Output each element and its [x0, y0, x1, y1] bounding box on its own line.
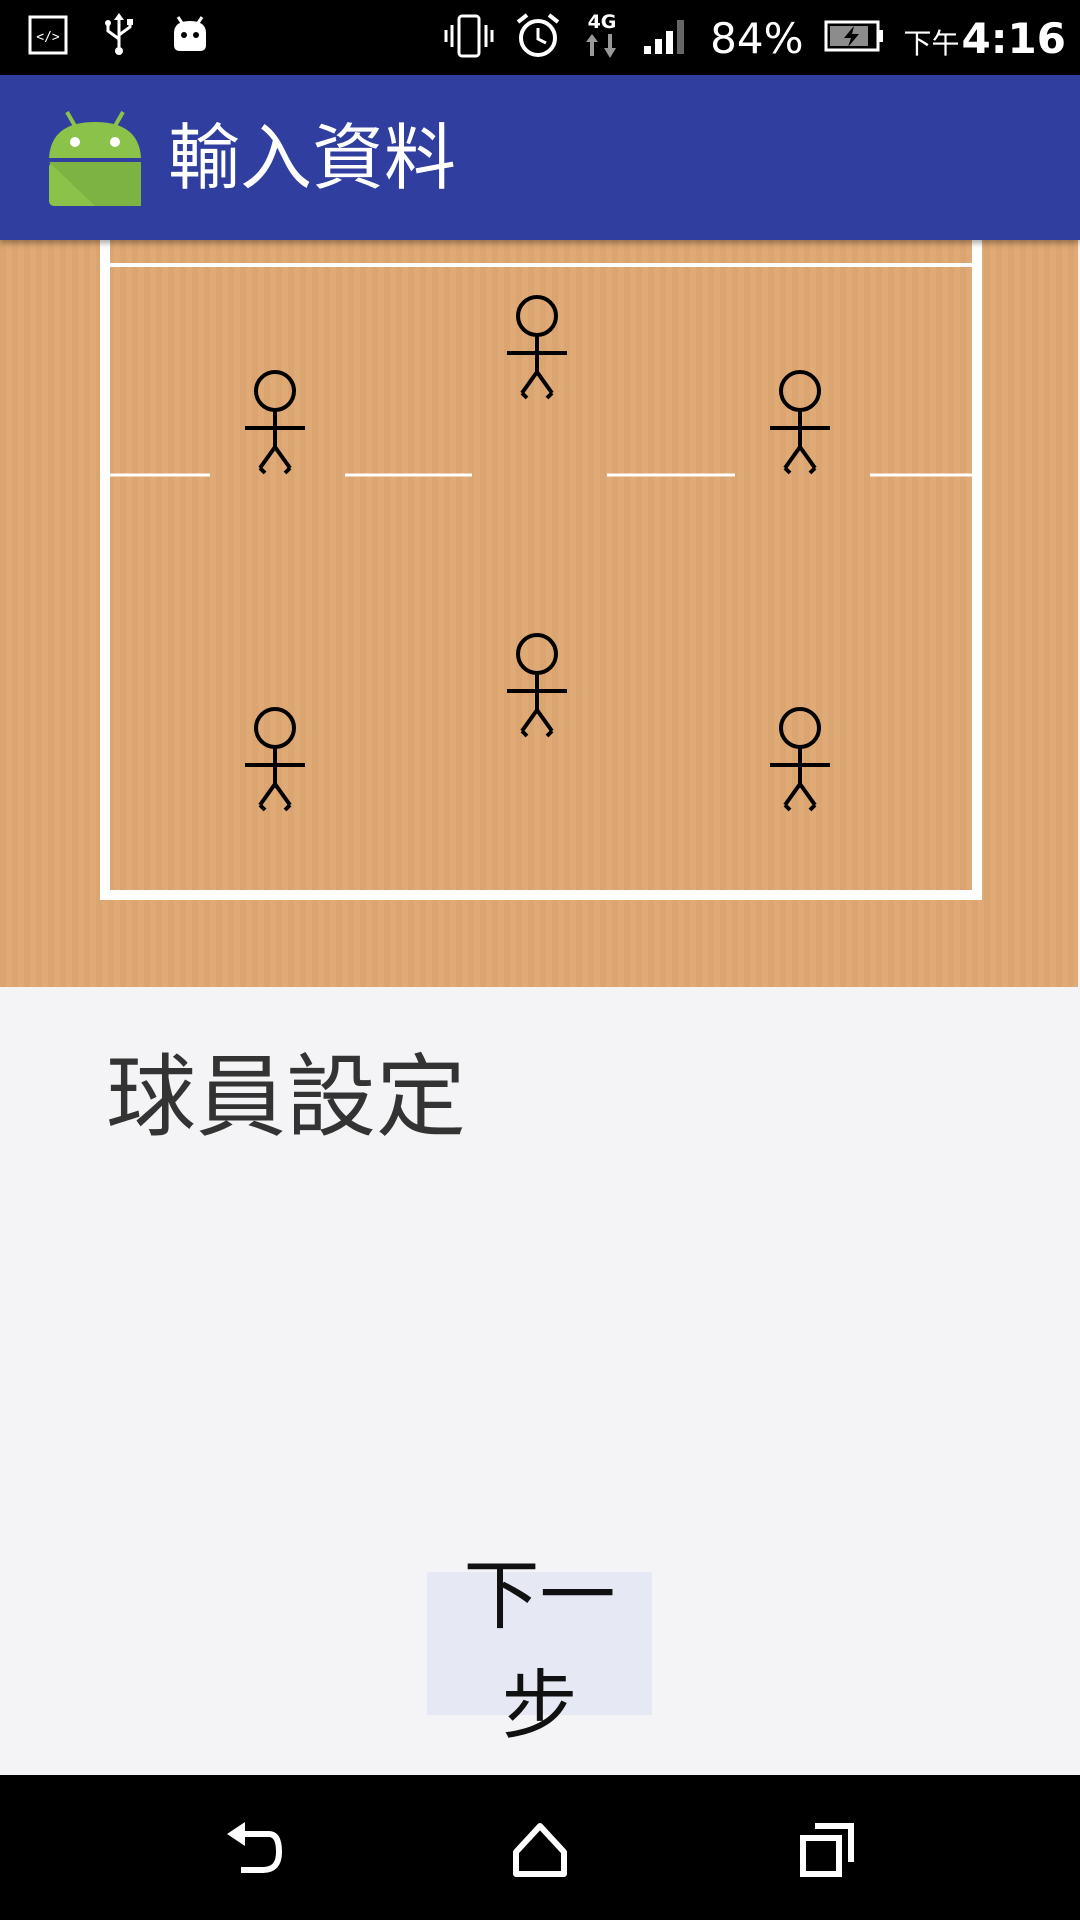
android-logo-icon — [45, 108, 145, 208]
app-bar: 輸入資料 — [0, 75, 1080, 240]
usb-icon — [102, 13, 136, 61]
status-time: 下午 4:16 — [903, 13, 1066, 63]
status-bar: </> 4G 84% 下午 4:16 — [0, 0, 1080, 75]
back-icon[interactable] — [208, 1805, 298, 1895]
signal-icon — [642, 16, 690, 60]
network-4g-icon: 4G — [582, 10, 622, 66]
home-icon[interactable] — [495, 1805, 585, 1895]
next-button[interactable]: 下一步 — [427, 1551, 652, 1750]
navigation-bar — [0, 1775, 1080, 1920]
player-setting-label: 球員設定 — [106, 1045, 466, 1150]
player-figure-icon — [507, 295, 567, 400]
alarm-icon — [514, 12, 562, 64]
vibrate-icon — [444, 13, 494, 63]
recent-apps-icon[interactable] — [782, 1805, 872, 1895]
svg-text:4G: 4G — [588, 11, 617, 33]
player-figure-icon — [245, 370, 305, 475]
volleyball-court — [0, 240, 1078, 987]
player-figure-icon — [507, 633, 567, 738]
player-figure-icon — [770, 707, 830, 812]
android-debug-icon — [170, 15, 210, 59]
battery-percent: 84% — [710, 13, 804, 63]
developer-icon: </> — [28, 15, 68, 59]
svg-text:</>: </> — [36, 30, 60, 45]
player-figure-icon — [245, 707, 305, 812]
player-figure-icon — [770, 370, 830, 475]
battery-charging-icon — [824, 19, 884, 57]
app-title: 輸入資料 — [168, 116, 457, 200]
